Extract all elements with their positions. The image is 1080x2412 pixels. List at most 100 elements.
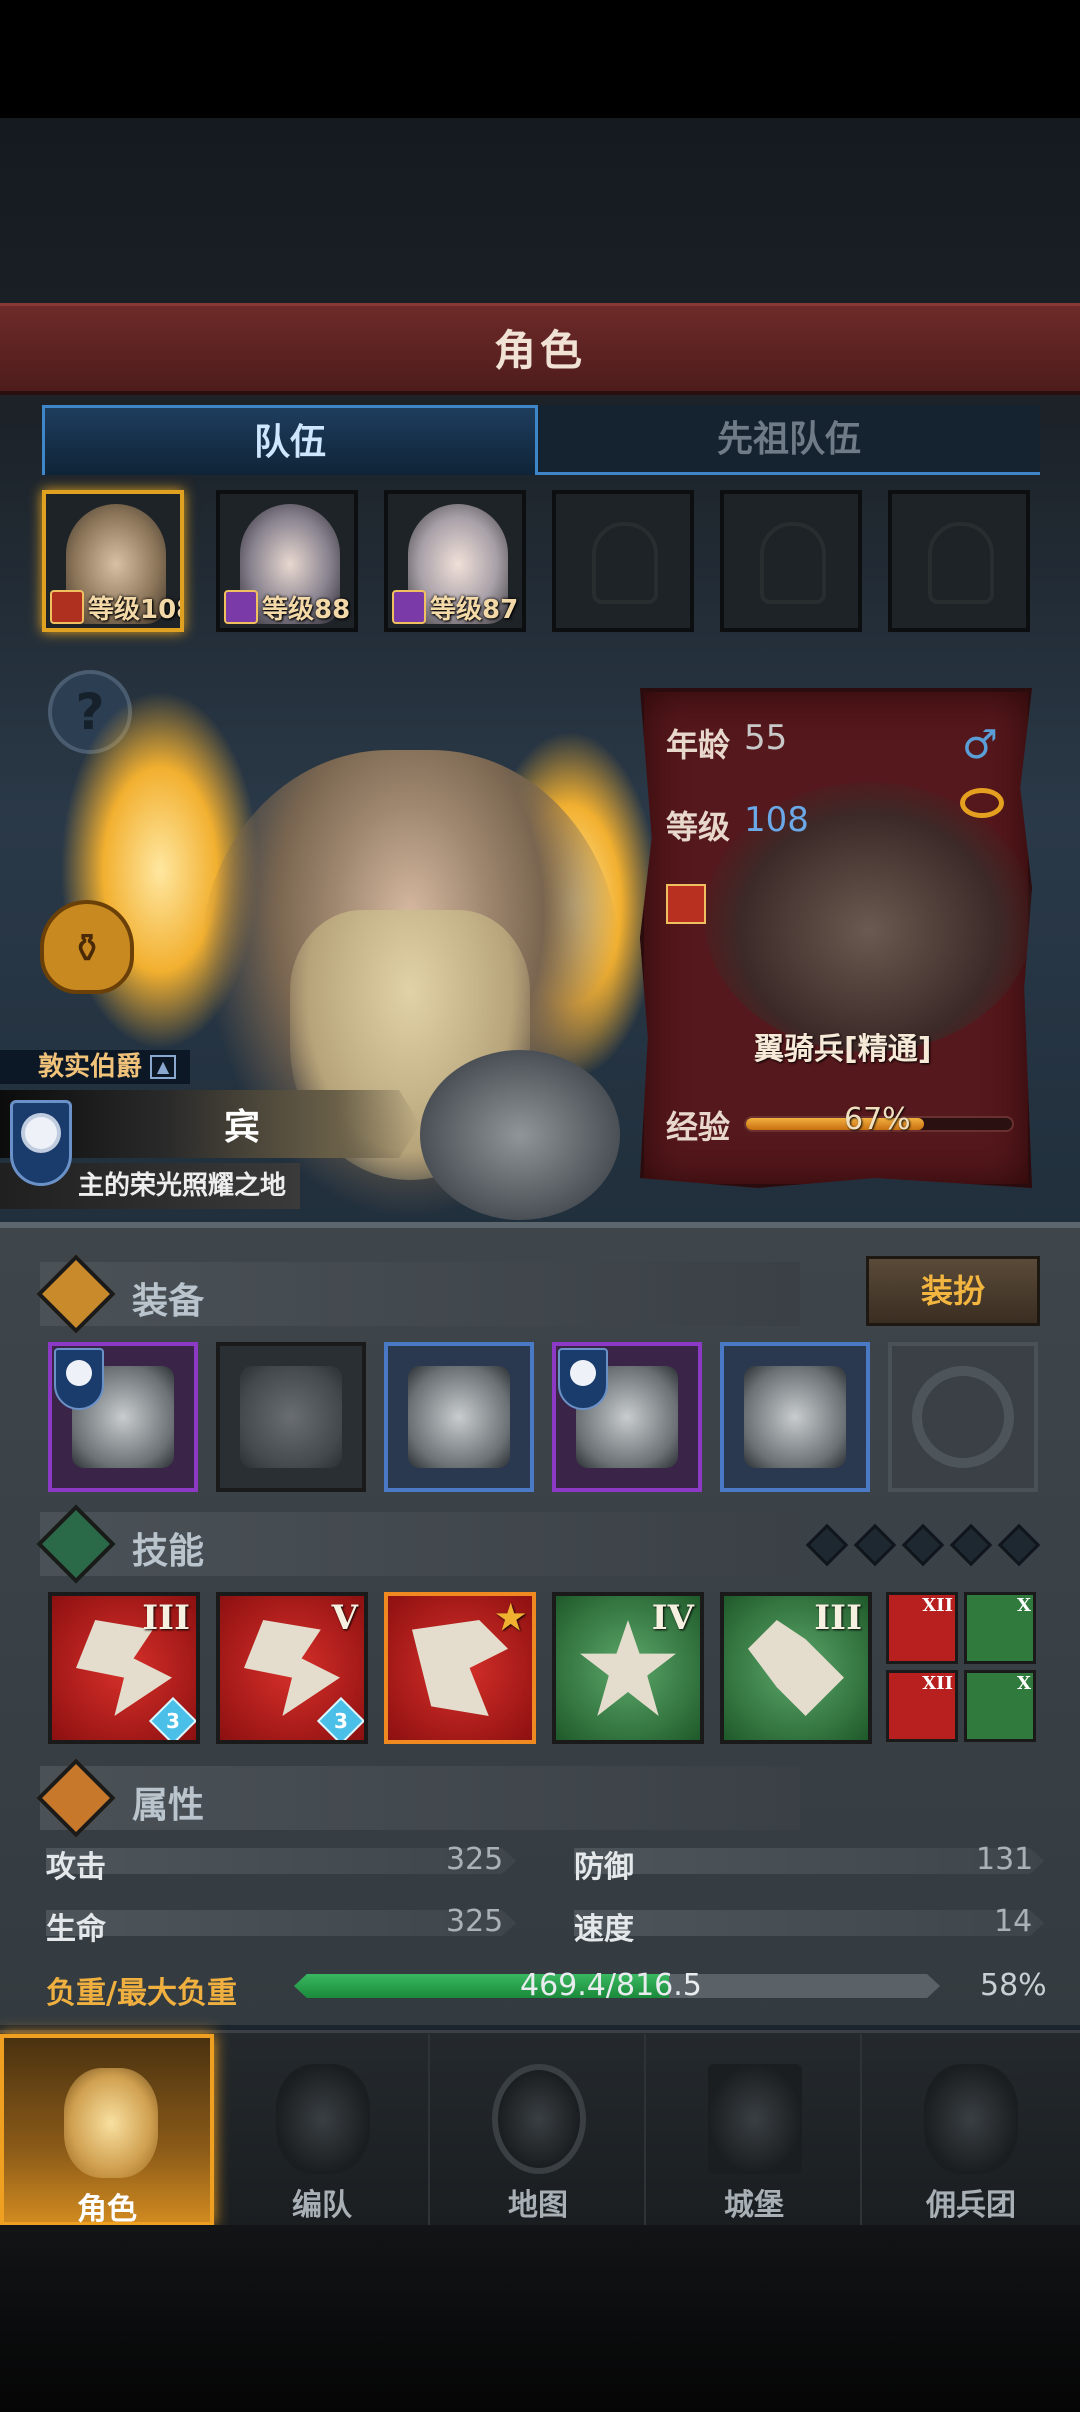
nav-formation[interactable]: 编队 <box>216 2034 430 2226</box>
ring-icon <box>912 1366 1014 1468</box>
empty-helmet-icon <box>592 522 658 604</box>
status-area <box>0 0 1080 118</box>
charge-icon <box>244 1620 340 1716</box>
defense-value: 131 <box>976 1842 1034 1877</box>
rank-up-icon[interactable]: ▲ <box>150 1055 176 1079</box>
exp-percent: 67% <box>844 1102 911 1137</box>
polearm-icon <box>240 1366 342 1468</box>
mini-skill-rank: X <box>1017 1595 1031 1616</box>
equip-helmet[interactable] <box>384 1342 534 1492</box>
tab-team[interactable]: 队伍 <box>42 405 538 475</box>
tab-ancestor-team[interactable]: 先祖队伍 <box>538 405 1040 475</box>
skill-rank: V <box>331 1598 358 1638</box>
skill-star-icon: ★ <box>495 1598 526 1638</box>
skill-rank: III <box>814 1598 862 1638</box>
nav-mercenary[interactable]: 佣兵团 <box>864 2034 1078 2226</box>
banner-icon <box>412 1620 508 1716</box>
load-percent: 58% <box>980 1968 1047 2003</box>
skill-2[interactable]: V3 <box>216 1592 368 1744</box>
party-slot-1[interactable]: 等级108 <box>42 490 184 632</box>
party-slot-empty[interactable] <box>720 490 862 632</box>
level-value: 108 <box>744 800 809 840</box>
system-bar-area <box>0 2225 1080 2412</box>
faction-shield-icon <box>558 1348 608 1410</box>
attack-value: 325 <box>446 1842 504 1877</box>
compass-icon <box>492 2064 586 2174</box>
marriage-ring-icon <box>960 788 1004 818</box>
skill-1[interactable]: III 3 <box>48 1592 200 1744</box>
age-value: 55 <box>744 718 788 758</box>
speed-label: 速度 <box>574 1912 634 1947</box>
faction-shield-icon <box>10 1100 72 1186</box>
helmet-icon <box>276 2064 370 2174</box>
skill-charge-badge: 3 <box>148 1696 196 1740</box>
male-icon: ♂ <box>962 722 998 768</box>
nav-label: 地图 <box>508 2188 568 2223</box>
load-value: 469.4/816.5 <box>520 1968 702 2003</box>
equip-boots[interactable] <box>720 1342 870 1492</box>
skills-title: 技能 <box>132 1531 205 1572</box>
party-level: 等级88 <box>262 595 351 625</box>
mini-skill-rank: X <box>1017 1673 1031 1694</box>
mini-skill-1[interactable]: XII <box>886 1592 958 1664</box>
castle-icon <box>708 2064 802 2174</box>
defense-label: 防御 <box>574 1850 634 1885</box>
mini-skill-3[interactable]: XII <box>886 1670 958 1742</box>
party-slot-empty[interactable] <box>888 490 1030 632</box>
potion-icon[interactable]: ⚱ <box>40 900 134 994</box>
nav-label: 佣兵团 <box>926 2188 1016 2223</box>
equip-ring-empty[interactable] <box>888 1342 1038 1492</box>
equip-weapon-polearm[interactable] <box>216 1342 366 1492</box>
equip-weapon-hammer[interactable] <box>48 1342 198 1492</box>
load-label: 负重/最大负重 <box>46 1976 237 2011</box>
page-title-bar: 角色 <box>0 303 1080 395</box>
class-icon <box>666 884 706 924</box>
nav-character[interactable]: 角色 <box>0 2034 214 2227</box>
helmet-icon <box>408 1366 510 1468</box>
age-label: 年龄 <box>666 726 731 764</box>
mini-skill-2[interactable]: X <box>964 1592 1036 1664</box>
speed-value: 14 <box>994 1904 1033 1939</box>
level-label: 等级 <box>666 808 731 846</box>
skill-4[interactable]: IV <box>552 1592 704 1744</box>
equip-armor[interactable] <box>552 1342 702 1492</box>
skill-charge-count: 3 <box>166 1708 180 1733</box>
mini-skill-rank: XII <box>922 1673 953 1694</box>
skill-rank: IV <box>651 1598 694 1638</box>
hero-info-card: 年龄 55 ♂ 等级 108 翼骑兵[精通] 经验 67% <box>640 688 1032 1188</box>
skill-rank: III <box>142 1598 190 1638</box>
hp-value: 325 <box>446 1904 504 1939</box>
empty-helmet-icon <box>760 522 826 604</box>
nav-map[interactable]: 地图 <box>432 2034 646 2226</box>
boots-icon <box>744 1366 846 1468</box>
party-level: 等级87 <box>430 595 519 625</box>
nav-label: 编队 <box>292 2188 352 2223</box>
skill-charge-count: 3 <box>334 1708 348 1733</box>
nav-castle[interactable]: 城堡 <box>648 2034 862 2226</box>
party-slot-2[interactable]: 等级88 <box>216 490 358 632</box>
page-title: 角色 <box>493 326 586 375</box>
faction-shield-icon <box>54 1348 104 1410</box>
hero-name: 宾 <box>224 1107 261 1148</box>
nav-label: 角色 <box>77 2192 137 2227</box>
nav-label: 城堡 <box>724 2188 784 2223</box>
mini-skill-4[interactable]: X <box>964 1670 1036 1742</box>
attack-label: 攻击 <box>46 1850 106 1885</box>
knight-icon <box>64 2068 158 2178</box>
skill-3[interactable]: ★ <box>384 1592 536 1744</box>
mini-skill-rank: XII <box>922 1595 953 1616</box>
party-slot-3[interactable]: 等级87 <box>384 490 526 632</box>
hero-armor <box>420 1050 620 1220</box>
equipment-title: 装备 <box>132 1281 205 1322</box>
hp-label: 生命 <box>46 1912 106 1947</box>
skill-charge-badge: 3 <box>316 1696 364 1740</box>
class-name: 翼骑兵[精通] <box>754 1032 932 1067</box>
attributes-title: 属性 <box>132 1785 205 1826</box>
exp-label: 经验 <box>666 1108 731 1146</box>
dress-up-button[interactable]: 装扮 <box>866 1256 1040 1326</box>
party-slot-empty[interactable] <box>552 490 694 632</box>
skill-5[interactable]: III <box>720 1592 872 1744</box>
stat-bar <box>574 1910 1044 1936</box>
empty-helmet-icon <box>928 522 994 604</box>
mercenary-icon <box>924 2064 1018 2174</box>
